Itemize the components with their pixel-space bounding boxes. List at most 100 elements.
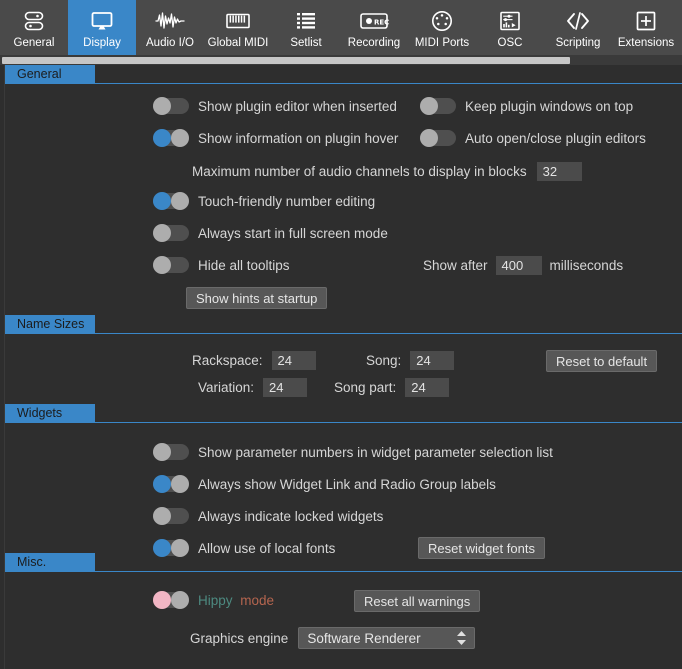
option-label: Show parameter numbers in widget paramet…: [198, 444, 553, 460]
song-input[interactable]: 24: [410, 351, 455, 370]
toggle-full-screen[interactable]: [153, 224, 189, 242]
toolbar-item-recording[interactable]: REC Recording: [340, 0, 408, 55]
show-hints-at-startup-button[interactable]: Show hints at startup: [186, 287, 328, 309]
code-brackets-icon: [565, 8, 591, 34]
section-body-name-sizes: Rackspace: 24 Song: 24 Variation: 24 Son…: [0, 334, 682, 404]
graphics-engine-label: Graphics engine: [190, 630, 289, 646]
reset-to-default-button[interactable]: Reset to default: [546, 350, 658, 372]
option-auto-open-close-editors[interactable]: Auto open/close plugin editors: [420, 129, 646, 147]
toggle-touch-friendly[interactable]: [153, 192, 189, 210]
settings-toolbar: General Display Audio I/O Global MIDI Se…: [0, 0, 682, 55]
toggle-hide-tooltips[interactable]: [153, 256, 189, 274]
option-label: Keep plugin windows on top: [465, 98, 634, 114]
toggle-show-param-numbers[interactable]: [153, 443, 189, 461]
toolbar-item-label: Setlist: [290, 37, 322, 49]
horizontal-scrollbar-thumb[interactable]: [2, 57, 570, 64]
toggle-auto-open-close-editors[interactable]: [420, 129, 456, 147]
section-header-name-sizes: Name Sizes: [0, 315, 682, 334]
show-after-label: Show after: [423, 258, 488, 273]
hippy-word-2: mode: [240, 592, 275, 608]
option-touch-friendly[interactable]: Touch-friendly number editing: [153, 192, 375, 210]
option-show-widget-link[interactable]: Always show Widget Link and Radio Group …: [153, 475, 496, 493]
toggle-show-info-hover[interactable]: [153, 129, 189, 147]
toolbar-item-label: General: [13, 37, 55, 49]
max-channels-row: Maximum number of audio channels to disp…: [192, 162, 582, 181]
rackspace-label: Rackspace:: [192, 353, 263, 368]
option-label: Always show Widget Link and Radio Group …: [198, 476, 496, 492]
toolbar-item-general[interactable]: General: [0, 0, 68, 55]
toolbar-item-label: Recording: [347, 37, 401, 49]
toolbar-item-label: Extensions: [617, 37, 675, 49]
toggle-hippy-mode[interactable]: [153, 591, 189, 609]
toolbar-item-midi-ports[interactable]: MIDI Ports: [408, 0, 476, 55]
option-show-param-numbers[interactable]: Show parameter numbers in widget paramet…: [153, 443, 553, 461]
option-label: Hide all tooltips: [198, 257, 290, 273]
chevron-updown-icon: [456, 630, 467, 646]
section-tab-label: Name Sizes: [5, 315, 95, 334]
option-indicate-locked[interactable]: Always indicate locked widgets: [153, 507, 383, 525]
song-part-input[interactable]: 24: [405, 378, 450, 397]
toolbar-item-display[interactable]: Display: [68, 0, 136, 55]
midi-din-icon: [430, 8, 454, 34]
show-after-input[interactable]: 400: [495, 256, 542, 275]
variation-field-row: Variation: 24: [198, 378, 308, 397]
max-channels-input[interactable]: 32: [536, 162, 582, 181]
toolbar-item-label: Global MIDI: [207, 37, 269, 49]
milliseconds-label: milliseconds: [549, 258, 624, 273]
rec-badge-icon: REC: [357, 8, 391, 34]
variation-label: Variation:: [198, 380, 255, 395]
display-settings-page: General Show plugin editor when inserted…: [0, 65, 682, 669]
option-hide-tooltips[interactable]: Hide all tooltips: [153, 256, 290, 274]
rackspace-input[interactable]: 24: [271, 351, 316, 370]
option-hippy-mode[interactable]: Hippy mode: [153, 591, 274, 609]
section-header-misc: Misc.: [0, 553, 682, 572]
song-field-row: Song: 24: [366, 351, 455, 370]
variation-input[interactable]: 24: [263, 378, 308, 397]
section-body-misc: Hippy mode Reset all warnings Graphics e…: [0, 572, 682, 669]
option-keep-plugin-on-top[interactable]: Keep plugin windows on top: [420, 97, 633, 115]
option-label: Always indicate locked widgets: [198, 508, 384, 524]
toggle-show-widget-link[interactable]: [153, 475, 189, 493]
piano-keys-icon: [225, 8, 251, 34]
tooltip-delay-row: Show after 400 milliseconds: [423, 256, 623, 275]
toolbar-item-extensions[interactable]: Extensions: [612, 0, 680, 55]
option-label: Show plugin editor when inserted: [198, 98, 397, 114]
hippy-mode-label: Hippy mode: [198, 593, 274, 608]
toggle-keep-plugin-on-top[interactable]: [420, 97, 456, 115]
toolbar-item-label: Display: [83, 37, 121, 49]
toolbar-item-audio-io[interactable]: Audio I/O: [136, 0, 204, 55]
option-show-plugin-editor[interactable]: Show plugin editor when inserted: [153, 97, 397, 115]
option-full-screen[interactable]: Always start in full screen mode: [153, 224, 388, 242]
graphics-engine-value: Software Renderer: [307, 631, 421, 646]
section-body-general: Show plugin editor when inserted Keep pl…: [0, 84, 682, 315]
toolbar-item-label: Scripting: [555, 37, 601, 49]
graphics-engine-select[interactable]: Software Renderer: [298, 627, 476, 649]
svg-text:REC: REC: [374, 19, 389, 27]
section-tab-label: Misc.: [5, 553, 95, 572]
toolbar-item-label: Audio I/O: [146, 37, 194, 49]
toolbar-item-label: MIDI Ports: [414, 37, 470, 49]
song-part-field-row: Song part: 24: [334, 378, 450, 397]
hippy-word-1: Hippy: [198, 592, 233, 608]
option-show-info-hover[interactable]: Show information on plugin hover: [153, 129, 398, 147]
plus-box-icon: [634, 8, 658, 34]
toolbar-item-setlist[interactable]: Setlist: [272, 0, 340, 55]
toggle-show-plugin-editor[interactable]: [153, 97, 189, 115]
toolbar-item-global-midi[interactable]: Global MIDI: [204, 0, 272, 55]
graphics-engine-row: Graphics engine Software Renderer: [190, 627, 476, 649]
reset-all-warnings-button[interactable]: Reset all warnings: [354, 590, 481, 612]
rackspace-field-row: Rackspace: 24: [192, 351, 316, 370]
waveform-icon: [155, 8, 185, 34]
option-label: Touch-friendly number editing: [198, 193, 376, 209]
osc-panel-icon: [498, 8, 522, 34]
song-label: Song:: [366, 353, 402, 368]
toolbar-item-label: OSC: [497, 37, 523, 49]
section-header-widgets: Widgets: [0, 404, 682, 423]
toolbar-item-scripting[interactable]: Scripting: [544, 0, 612, 55]
list-icon: [294, 8, 318, 34]
section-header-general: General: [0, 65, 682, 84]
toolbar-item-osc[interactable]: OSC: [476, 0, 544, 55]
section-body-widgets: Show parameter numbers in widget paramet…: [0, 423, 682, 559]
option-label: Auto open/close plugin editors: [465, 130, 646, 146]
toggle-indicate-locked[interactable]: [153, 507, 189, 525]
